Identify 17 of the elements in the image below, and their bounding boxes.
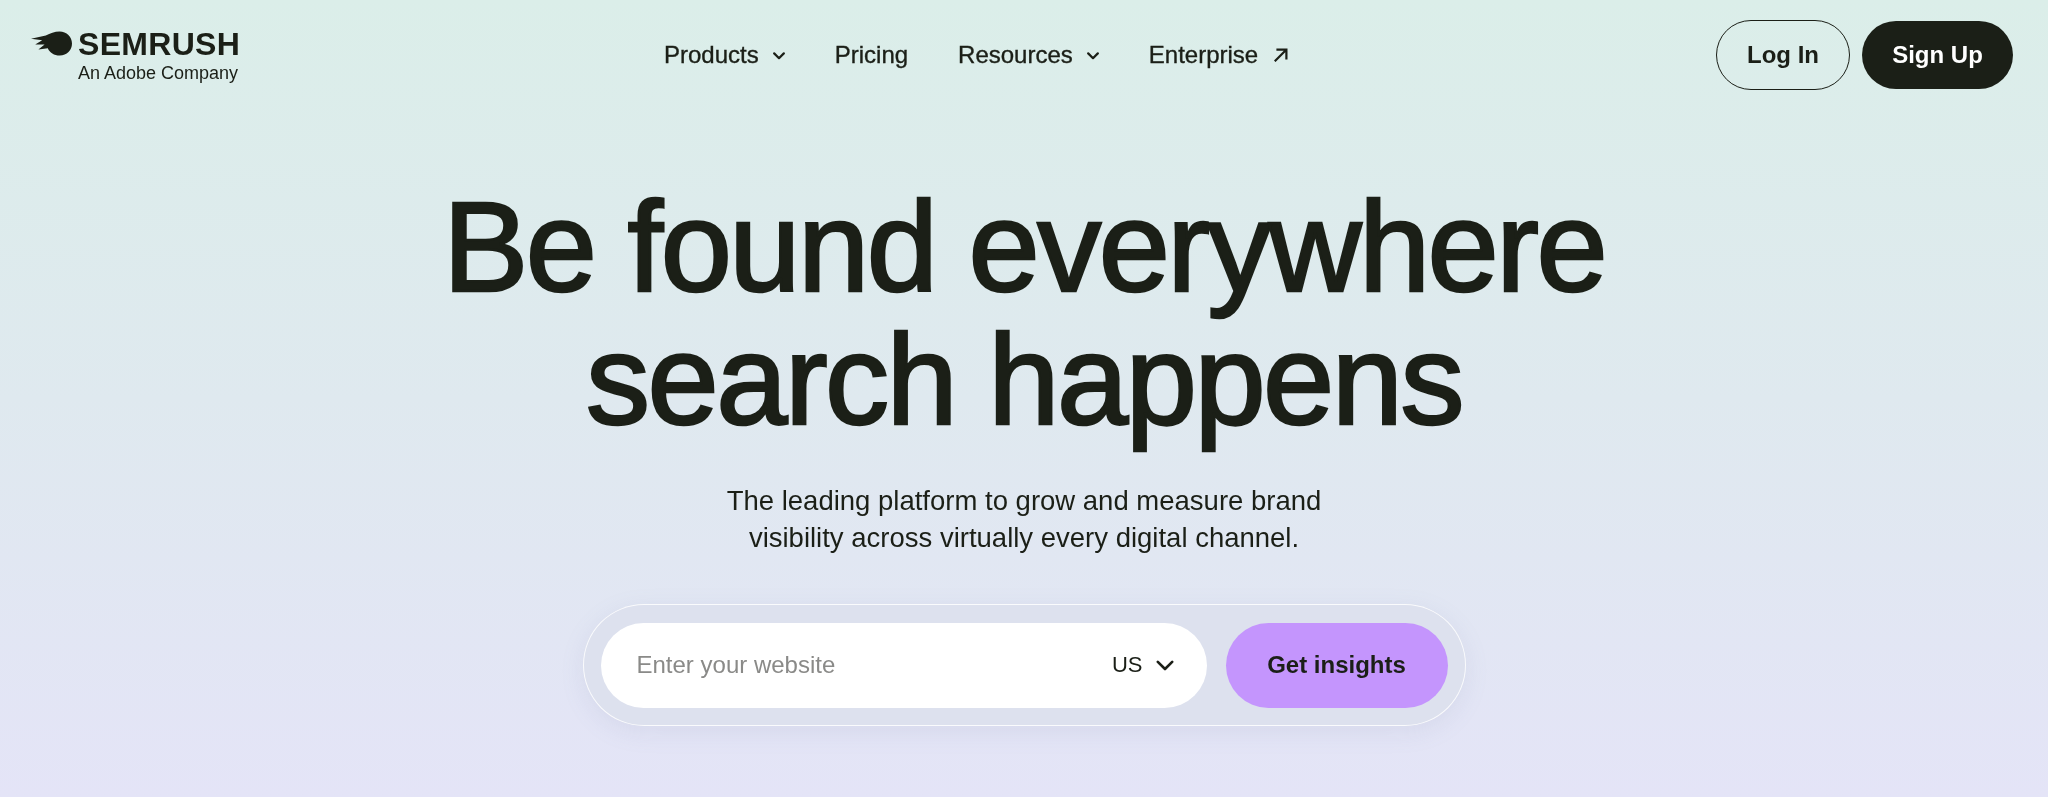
signup-button[interactable]: Sign Up: [1862, 21, 2013, 89]
nav-link[interactable]: Enterprise: [1148, 40, 1289, 70]
arrow-up-right-icon: [1274, 48, 1289, 62]
caret-icon: [772, 52, 785, 60]
headline: Be found everywhere search happens: [441, 178, 1607, 453]
subtitle: The leading platform to grow and measure brand visibility across virtually every digital channel.: [725, 484, 1323, 555]
nav-link[interactable]: Pricing: [834, 40, 909, 70]
website-input[interactable]: Enter your website US: [600, 622, 1207, 708]
wordmark: SEMRUSH: [78, 27, 241, 60]
nav-link[interactable]: Products: [664, 40, 785, 70]
caret-icon: [1086, 52, 1099, 60]
tagline: An Adobe Company: [78, 62, 240, 83]
country-select[interactable]: US: [1111, 652, 1174, 678]
logo-icon: [29, 31, 72, 56]
chevron-down-icon: [1155, 659, 1174, 671]
nav-link[interactable]: Resources: [958, 40, 1099, 70]
get-insights-button[interactable]: Get insights: [1225, 622, 1448, 708]
